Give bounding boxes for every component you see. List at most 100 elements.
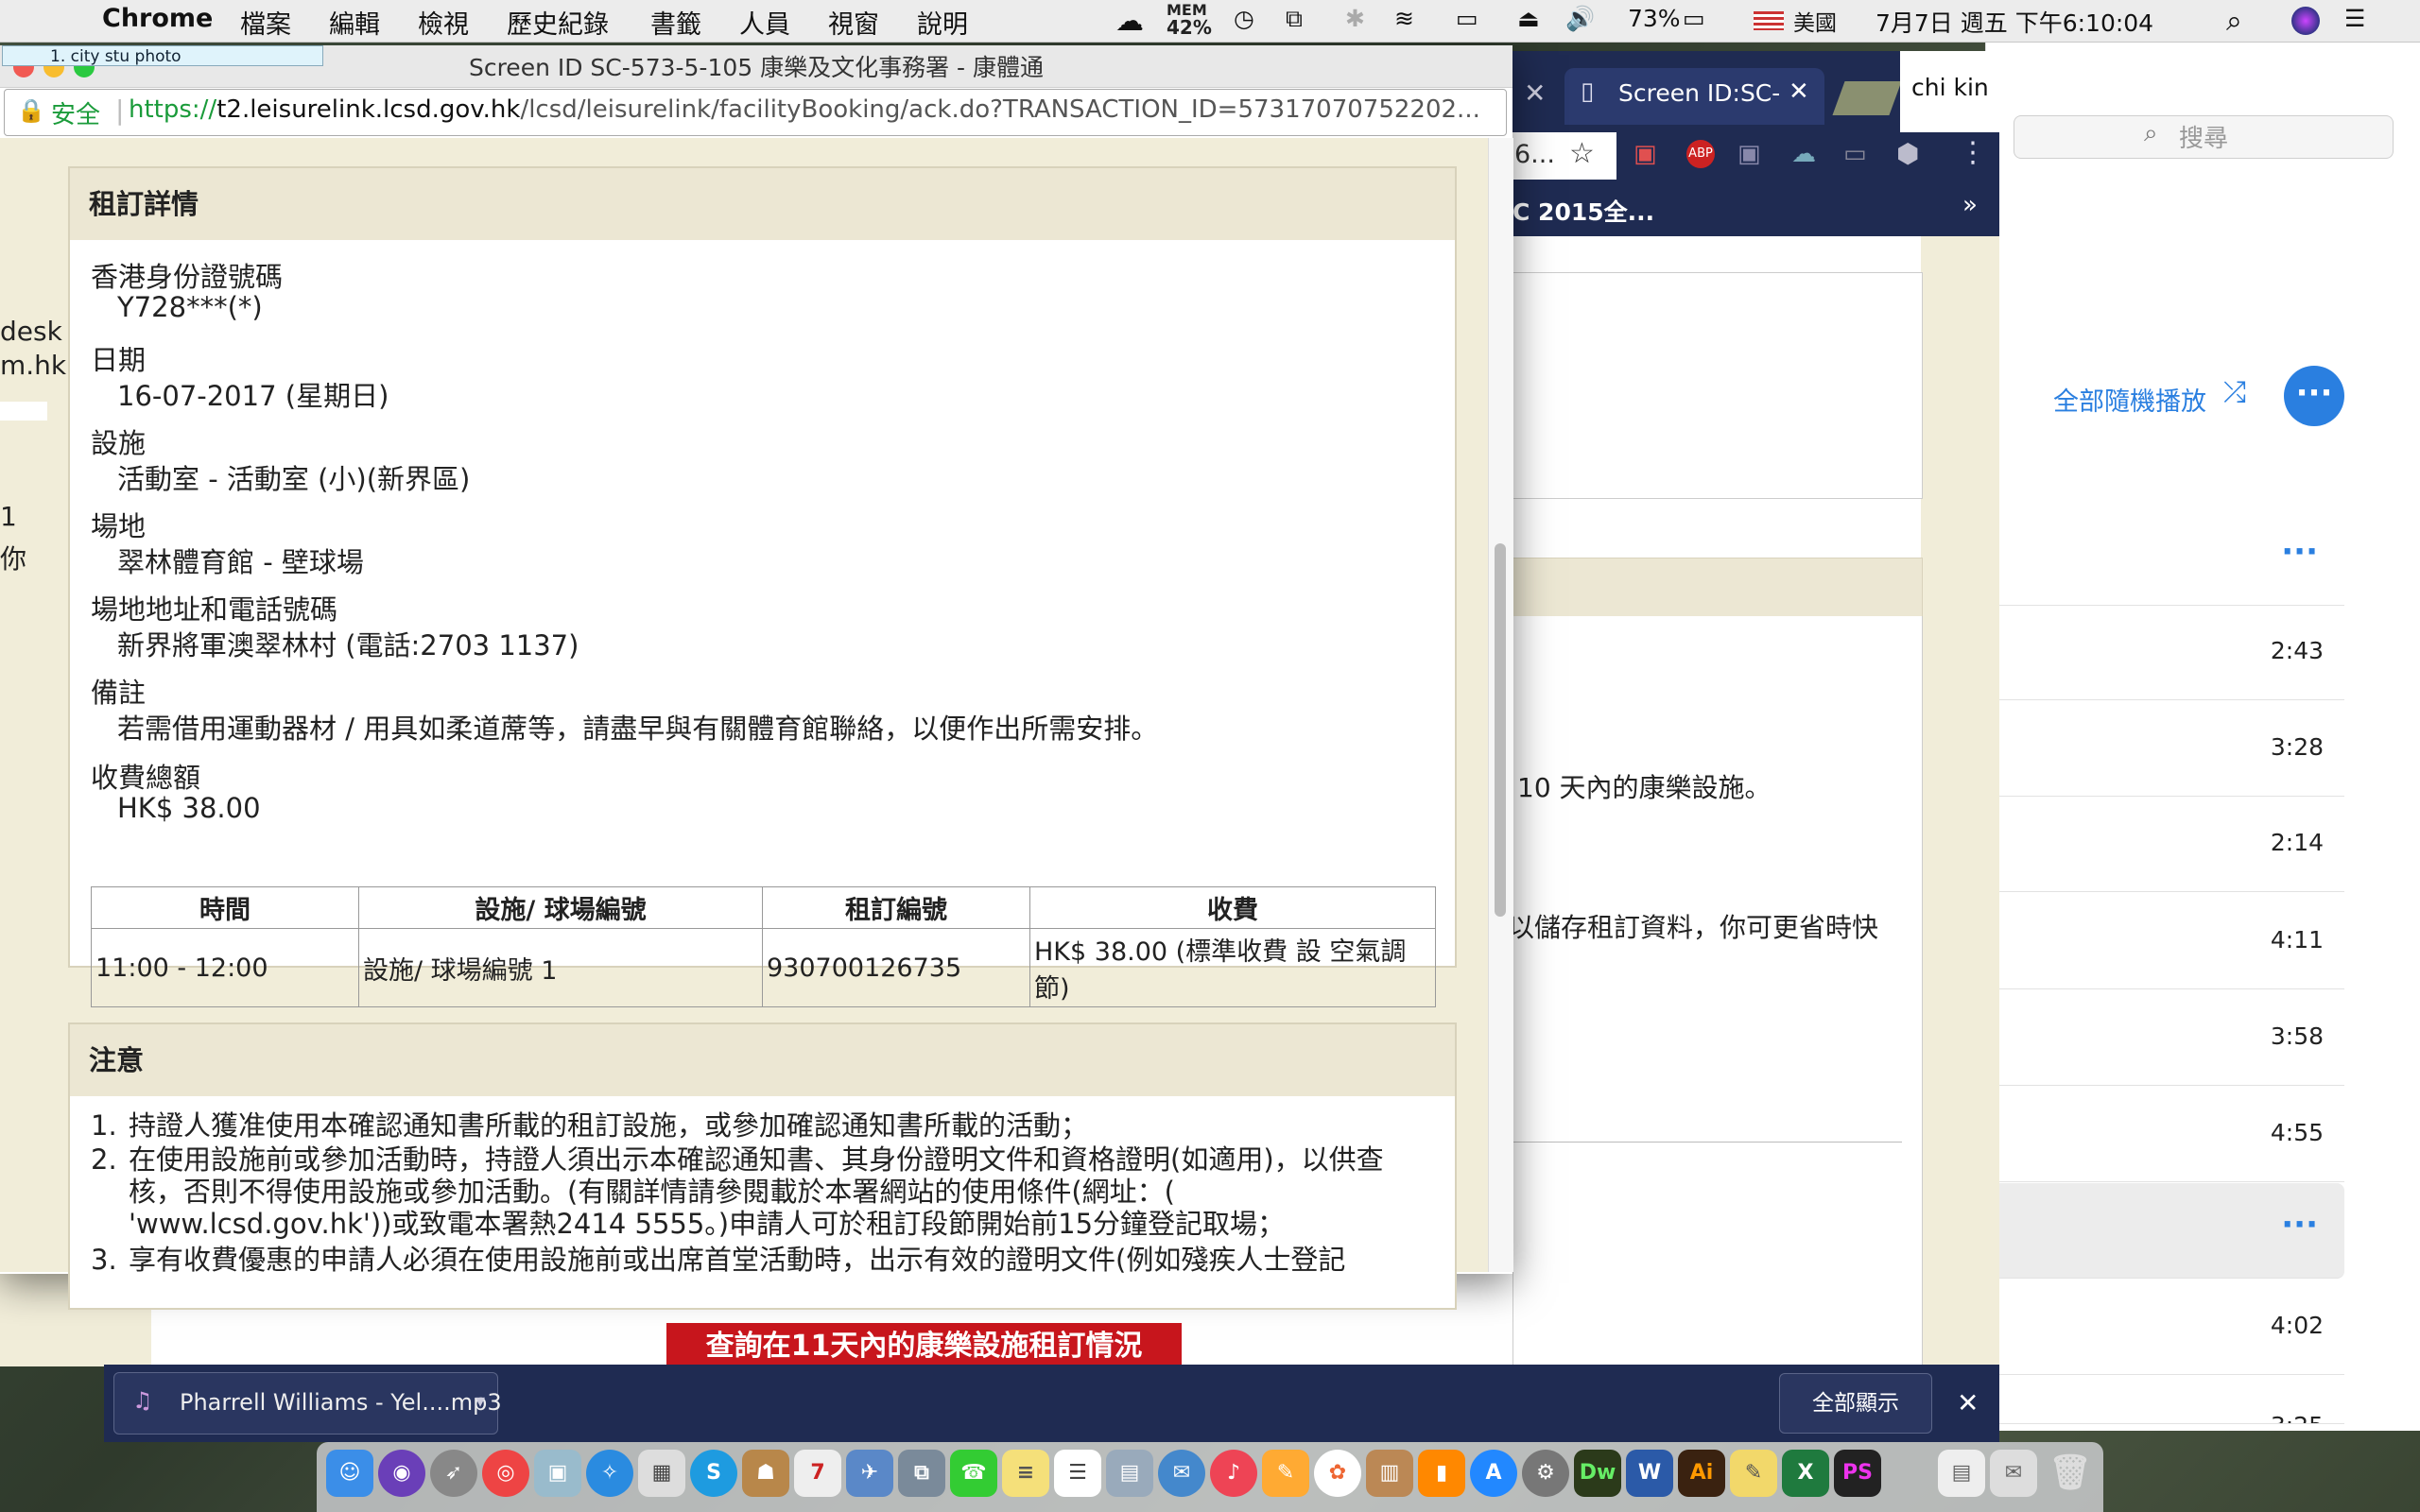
airplay-icon[interactable]: ▭ [1456, 5, 1478, 32]
facetime-icon[interactable]: ☎ [950, 1450, 997, 1497]
app-grid-icon[interactable]: ▦ [638, 1450, 685, 1497]
menu-history[interactable]: 歷史紀錄 [507, 4, 609, 41]
track-row[interactable]: 4:55 [1985, 1087, 2344, 1182]
track-duration: 2:43 [2270, 637, 2324, 664]
archive-icon[interactable]: ▥ [1366, 1450, 1413, 1497]
app-store-icon[interactable]: A [1470, 1450, 1517, 1497]
more-options-button[interactable]: ··· [2284, 366, 2344, 426]
calendar-icon[interactable]: 7 [794, 1450, 841, 1497]
close-tab-icon[interactable]: ✕ [1789, 77, 1809, 106]
notes-heading: 注意 [70, 1024, 1455, 1096]
system-preferences-icon[interactable]: ⚙ [1522, 1450, 1569, 1497]
extension-icon[interactable]: ▣ [1737, 140, 1761, 168]
eject-icon[interactable]: ⏏ [1517, 5, 1540, 32]
creative-cloud-icon[interactable]: ☁ [1115, 5, 1144, 38]
close-icon[interactable]: ✕ [1957, 1387, 1979, 1418]
volume-icon[interactable]: 🔊 [1565, 5, 1595, 33]
url-text[interactable]: https://t2.leisurelink.lcsd.gov.hk/lcsd/… [129, 95, 1499, 124]
stickies-icon[interactable]: ✎ [1730, 1450, 1777, 1497]
track-row[interactable]: 3:25 [1985, 1376, 2344, 1424]
spotlight-search-icon[interactable]: ⌕ [2226, 5, 2242, 38]
us-flag-icon[interactable] [1754, 11, 1784, 30]
track-row[interactable]: 4:11 [1985, 894, 2344, 989]
menu-file[interactable]: 檔案 [240, 4, 291, 41]
trash-icon[interactable]: 🗑 [2047, 1450, 2094, 1497]
track-row[interactable]: ··· [1985, 510, 2344, 606]
app-menu[interactable]: Chrome [102, 4, 213, 33]
clock[interactable]: 7月7日 週五 下午6:10:04 [1876, 5, 2153, 39]
cloud-icon[interactable]: ☁ [1791, 140, 1816, 168]
profile-name[interactable]: chi kin [1911, 74, 1989, 101]
shuffle-icon[interactable]: ⤮ [2223, 376, 2246, 409]
memory-monitor[interactable]: MEM 42% [1167, 2, 1212, 38]
chrome-icon[interactable]: ◎ [482, 1450, 529, 1497]
more-icon[interactable]: ··· [2281, 1206, 2318, 1244]
adblock-icon[interactable]: ABP [1686, 140, 1715, 168]
track-row-selected[interactable]: ··· [1985, 1183, 2344, 1279]
track-row[interactable]: 3:28 [1985, 701, 2344, 797]
scrollbar-thumb[interactable] [1495, 543, 1506, 917]
chevron-right-icon[interactable]: » [1962, 191, 1978, 219]
document-icon[interactable]: ▤ [1938, 1450, 1985, 1497]
display-icon[interactable]: ⧉ [1286, 5, 1303, 33]
bluetooth-icon[interactable]: ✱ [1345, 5, 1365, 32]
preview-icon[interactable]: ⧉ [898, 1450, 945, 1497]
menu-edit[interactable]: 編輯 [329, 4, 380, 41]
bookmark-item[interactable]: C 2015全... [1512, 194, 1654, 228]
illustrator-icon[interactable]: Ai [1678, 1450, 1725, 1497]
chevron-down-icon[interactable]: ▾ [475, 1389, 485, 1412]
app-icon[interactable]: ▣ [534, 1450, 581, 1497]
close-tab-icon[interactable]: ✕ [1524, 77, 1546, 109]
photo-icon[interactable]: ✈ [846, 1450, 893, 1497]
secure-label[interactable]: 安全 [51, 95, 100, 130]
cast-icon[interactable]: ▭ [1843, 140, 1867, 168]
dreamweaver-icon[interactable]: Dw [1574, 1450, 1621, 1497]
menu-view[interactable]: 檢視 [418, 4, 469, 41]
table-header: 時間 [91, 886, 359, 929]
track-duration: 4:02 [2270, 1312, 2324, 1339]
wifi-icon[interactable]: ≋ [1394, 5, 1414, 32]
word-icon[interactable]: W [1626, 1450, 1673, 1497]
lock-icon[interactable]: 🔒 [17, 97, 45, 124]
reminders-icon[interactable]: ☰ [1054, 1450, 1101, 1497]
phpstorm-icon[interactable]: PS [1834, 1450, 1881, 1497]
safari-icon[interactable]: ✧ [586, 1450, 633, 1497]
launchpad-icon[interactable]: ➶ [430, 1450, 477, 1497]
excel-icon[interactable]: X [1782, 1450, 1829, 1497]
downloads-icon[interactable]: ✉ [1990, 1450, 2037, 1497]
menu-help[interactable]: 說明 [917, 4, 968, 41]
input-source[interactable]: 美國 [1793, 5, 1837, 37]
ibooks-icon[interactable]: ▮ [1418, 1450, 1465, 1497]
photos-icon[interactable]: ✿ [1314, 1450, 1361, 1497]
itunes-icon[interactable]: ♪ [1210, 1450, 1257, 1497]
finder-icon[interactable]: ☺ [326, 1450, 373, 1497]
notification-center-icon[interactable]: ☰ [2344, 5, 2365, 32]
extension-icon[interactable]: ⬢ [1896, 138, 1919, 169]
more-icon[interactable]: ··· [2281, 533, 2318, 571]
siri-icon[interactable] [2291, 7, 2320, 35]
shuffle-all-button[interactable]: 全部隨機播放 [2053, 381, 2206, 418]
menu-window[interactable]: 視窗 [828, 4, 879, 41]
star-icon[interactable]: ☆ [1569, 137, 1595, 170]
track-row[interactable]: 2:43 [1985, 605, 2344, 700]
menu-bookmarks[interactable]: 書籤 [650, 4, 701, 41]
track-row[interactable]: 4:02 [1985, 1280, 2344, 1375]
battery-icon[interactable]: ▭ [1683, 5, 1705, 32]
preview-icon[interactable]: ▤ [1106, 1450, 1153, 1497]
note-text: 享有收費優惠的申請人必須在使用設施前或出席首堂活動時，出示有效的證明文件(例如殘… [129, 1244, 1346, 1276]
notes-icon[interactable]: ≡ [1002, 1450, 1049, 1497]
extension-icon[interactable]: ▣ [1634, 140, 1657, 168]
track-row[interactable]: 2:14 [1985, 797, 2344, 892]
contacts-icon[interactable]: ☗ [742, 1450, 789, 1497]
track-row[interactable]: 3:58 [1985, 990, 2344, 1086]
pages-icon[interactable]: ✎ [1262, 1450, 1309, 1497]
battery-percent[interactable]: 73% [1628, 5, 1681, 32]
time-machine-icon[interactable]: ◷ [1234, 5, 1254, 32]
menu-icon[interactable]: ⋮ [1959, 136, 1987, 169]
query-facility-button[interactable]: 查詢在11天內的康樂設施租訂情況 [666, 1323, 1182, 1370]
menu-people[interactable]: 人員 [739, 4, 790, 41]
show-all-downloads-button[interactable]: 全部顯示 [1779, 1373, 1932, 1434]
skype-icon[interactable]: S [690, 1450, 737, 1497]
siri-icon[interactable]: ◉ [378, 1450, 425, 1497]
messages-icon[interactable]: ✉ [1158, 1450, 1205, 1497]
